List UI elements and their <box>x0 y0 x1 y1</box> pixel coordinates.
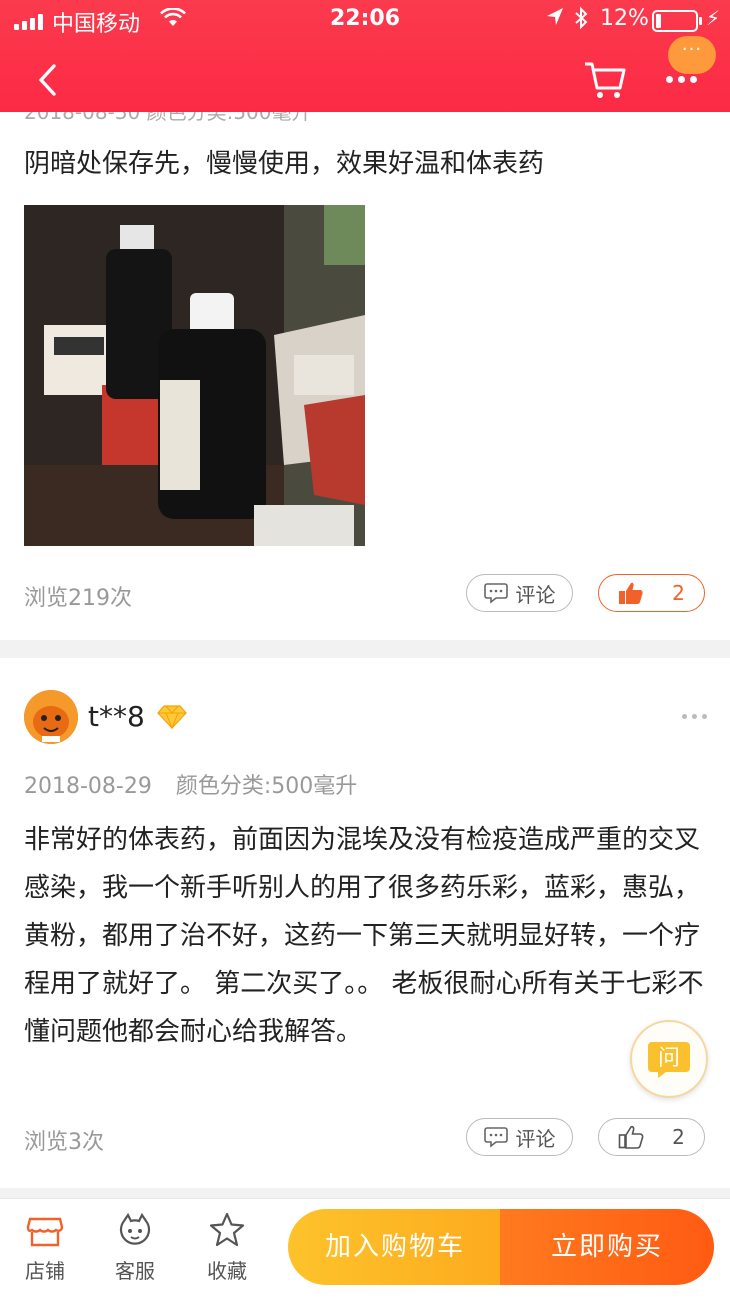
tab-service-label: 客服 <box>115 1259 155 1283</box>
diamond-vip-icon <box>157 705 187 730</box>
review-screen: 2018-08-30 颜色分类:500毫升 阴暗处保存先，慢慢使用，效果好温和体… <box>0 0 730 1298</box>
thumbs-up-icon <box>618 1125 644 1149</box>
buy-now-button[interactable]: 立即购买 <box>500 1209 714 1285</box>
comment-icon <box>483 583 508 604</box>
customer-service-icon <box>119 1212 151 1245</box>
medicine-bottles-photo <box>24 205 365 546</box>
review-date: 2018-08-29 <box>24 774 152 799</box>
more-menu-button[interactable] <box>660 62 704 98</box>
shopping-cart-icon <box>585 62 626 98</box>
battery-percent: 12% <box>600 6 649 31</box>
review-1-photo[interactable] <box>24 205 365 546</box>
comment-label: 评论 <box>515 582 556 607</box>
tab-favorite-label: 收藏 <box>207 1259 247 1283</box>
review-variant: 颜色分类:500毫升 <box>175 774 358 799</box>
review-2-like-button[interactable]: 2 <box>598 1118 705 1156</box>
bluetooth-icon <box>575 6 588 30</box>
back-button[interactable] <box>30 58 70 102</box>
battery-icon <box>652 10 702 32</box>
question-bubble-icon: 问 <box>648 1042 690 1078</box>
tab-favorite[interactable]: 收藏 <box>192 1211 262 1284</box>
reviewer-name: t**8 <box>88 700 145 733</box>
tab-shop[interactable]: 店铺 <box>10 1211 80 1284</box>
bottom-action-bar: 店铺 客服 收藏 加入购物车 立即购买 <box>0 1198 730 1298</box>
avatar[interactable] <box>24 690 78 744</box>
review-1-comment-button[interactable]: 评论 <box>466 574 573 612</box>
add-to-cart-button[interactable]: 加入购物车 <box>288 1209 502 1285</box>
review-2-meta: 2018-08-29 颜色分类:500毫升 <box>24 768 357 800</box>
comment-icon <box>483 1127 508 1148</box>
shop-icon <box>26 1217 64 1247</box>
review-1-views: 浏览219次 <box>24 586 132 611</box>
like-count: 2 <box>672 1125 685 1149</box>
ask-label: 问 <box>658 1046 680 1071</box>
cart-button[interactable] <box>582 58 628 102</box>
tab-customer-service[interactable]: 客服 <box>100 1211 170 1284</box>
review-2-comment-button[interactable]: 评论 <box>466 1118 573 1156</box>
ask-question-button[interactable]: 问 <box>630 1020 708 1098</box>
like-count: 2 <box>672 581 685 605</box>
review-2-text: 非常好的体表药，前面因为混埃及没有检疫造成严重的交叉感染，我一个新手听别人的用了… <box>24 825 704 1047</box>
top-header: 中国移动 22:06 12% ⚡ ··· <box>0 0 730 112</box>
avatar-mascot-icon <box>24 690 78 744</box>
thumbs-up-filled-icon <box>619 582 643 604</box>
chevron-left-icon <box>39 64 56 96</box>
review-more-button[interactable] <box>680 708 710 728</box>
status-bar: 中国移动 22:06 12% ⚡ <box>0 6 730 37</box>
charging-bolt-icon: ⚡ <box>706 6 721 30</box>
location-arrow-icon <box>547 8 563 25</box>
tab-shop-label: 店铺 <box>25 1259 65 1283</box>
review-1-like-button[interactable]: 2 <box>598 574 705 612</box>
star-icon <box>209 1212 245 1247</box>
comment-label: 评论 <box>515 1126 556 1151</box>
review-2-views: 浏览3次 <box>24 1130 104 1155</box>
review-1-text: 阴暗处保存先，慢慢使用，效果好温和体表药 <box>24 149 545 179</box>
